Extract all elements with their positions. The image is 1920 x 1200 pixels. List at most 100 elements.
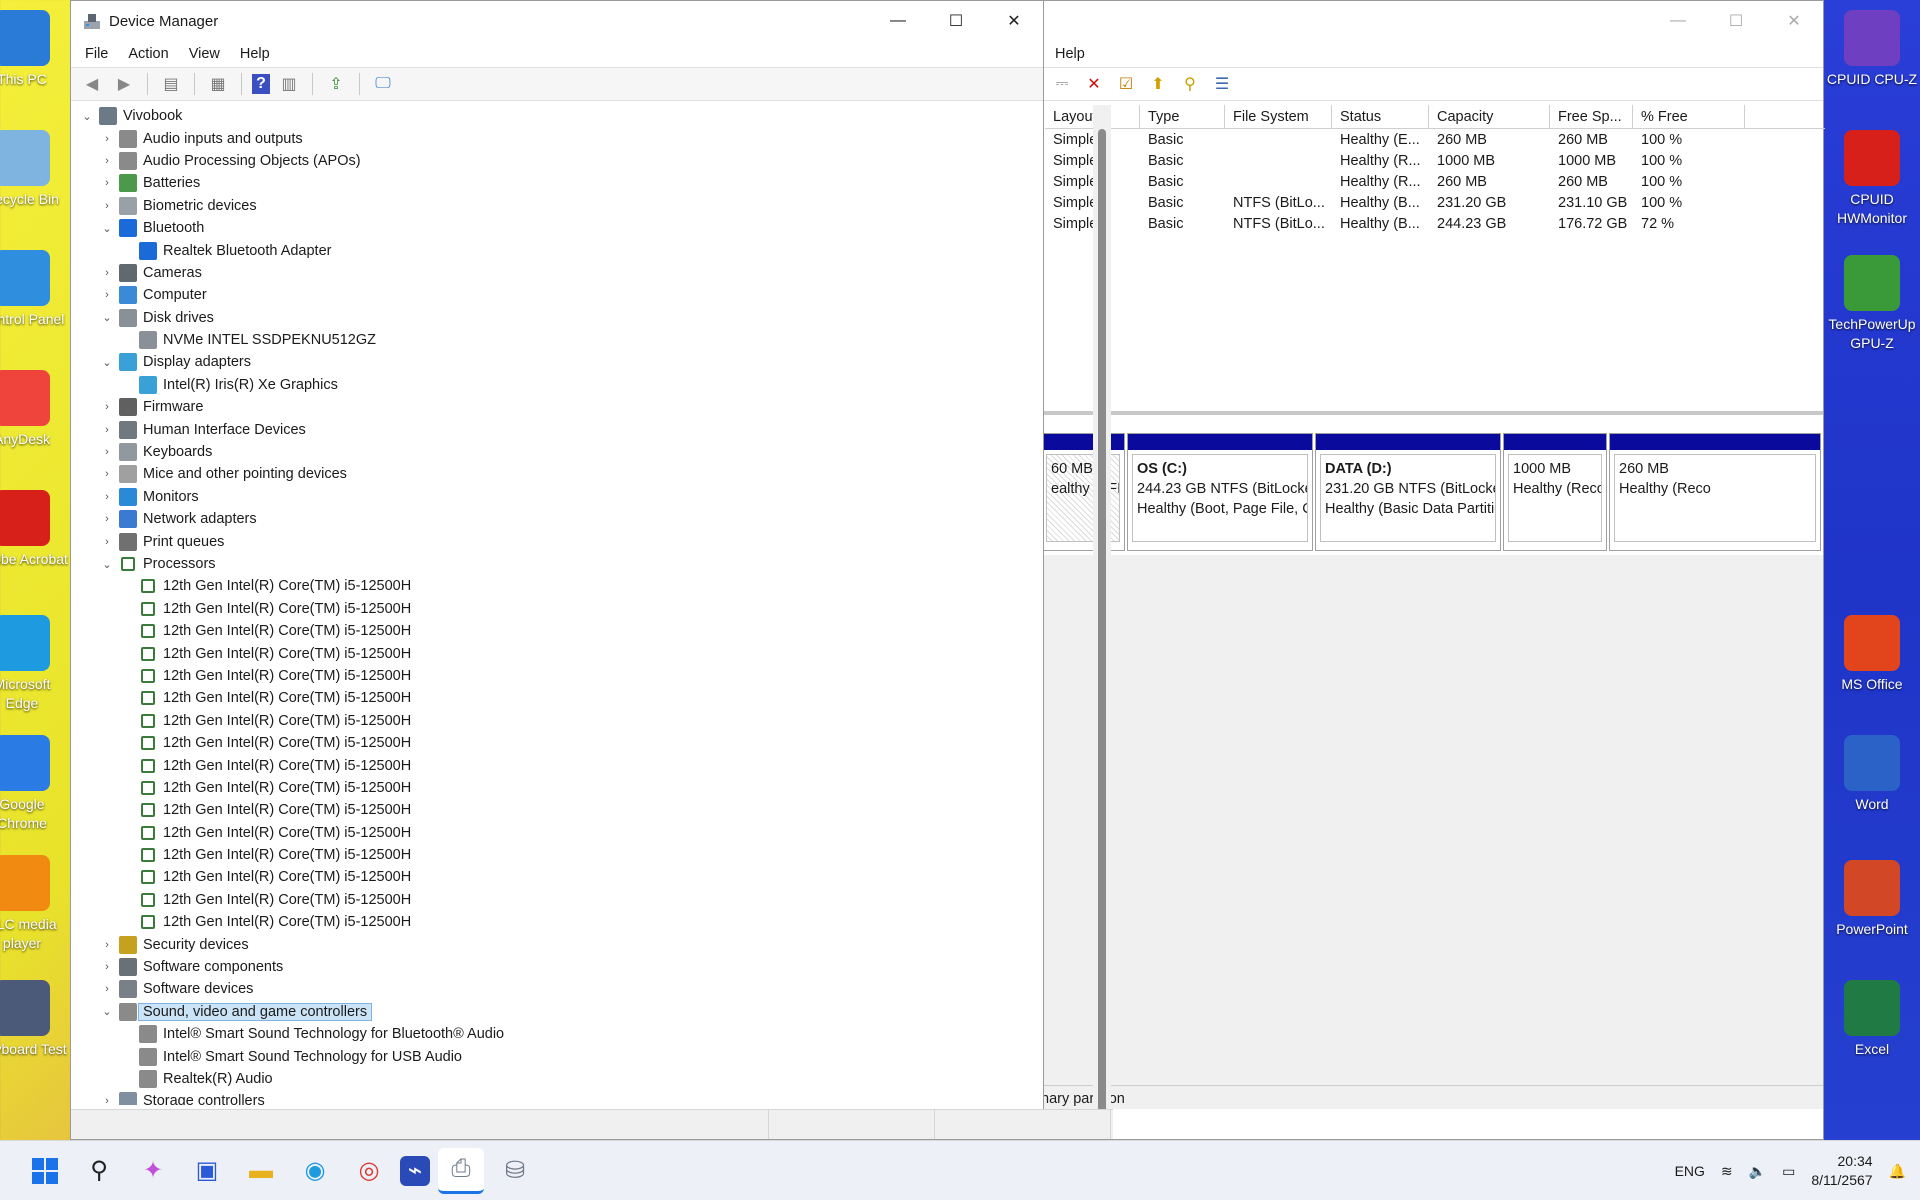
tree-root[interactable]: ⌄ Vivobook bbox=[79, 105, 1023, 127]
scrollbar-thumb[interactable] bbox=[1098, 129, 1106, 1113]
volume-icon[interactable]: 🔈 bbox=[1749, 1163, 1766, 1180]
store-icon[interactable]: ▣ bbox=[184, 1148, 230, 1194]
desktop-icon-powerpoint[interactable]: PowerPoint bbox=[1826, 860, 1918, 939]
back-arrow-icon[interactable]: ◀ bbox=[79, 71, 105, 97]
expand-chevron-icon[interactable]: › bbox=[99, 491, 115, 503]
search-icon[interactable]: ⚲ bbox=[1177, 71, 1203, 97]
expand-chevron-icon[interactable]: › bbox=[99, 424, 115, 436]
expand-chevron-icon[interactable]: › bbox=[99, 177, 115, 189]
close-button[interactable]: ✕ bbox=[1765, 1, 1823, 41]
device-manager-taskbar-icon[interactable]: ⎙ bbox=[438, 1147, 484, 1194]
tree-item[interactable]: › Computer bbox=[79, 284, 1023, 306]
tree-item[interactable]: ⌄ Sound, video and game controllers bbox=[79, 1001, 1023, 1023]
table-row[interactable]: Simple Basic NTFS (BitLo... Healthy (B... 23… bbox=[1045, 193, 1825, 214]
edge-icon[interactable]: ◉ bbox=[292, 1148, 338, 1194]
tree-item[interactable]: ⌄ Bluetooth bbox=[79, 217, 1023, 239]
tree-item[interactable]: 12th Gen Intel(R) Core(TM) i5-12500H bbox=[79, 665, 1023, 687]
tree-item[interactable]: 12th Gen Intel(R) Core(TM) i5-12500H bbox=[79, 844, 1023, 866]
desktop-icon-recycle-bin[interactable]: Recycle Bin bbox=[0, 130, 68, 209]
maximize-button[interactable]: ☐ bbox=[927, 1, 985, 41]
tree-item[interactable]: › Keyboards bbox=[79, 441, 1023, 463]
tree-item[interactable]: › Human Interface Devices bbox=[79, 418, 1023, 440]
column-header[interactable]: File System bbox=[1225, 105, 1332, 128]
import-icon[interactable]: ⬆ bbox=[1145, 71, 1171, 97]
expand-chevron-icon[interactable]: › bbox=[99, 939, 115, 951]
show-hide-console-tree-icon[interactable]: ▤ bbox=[158, 71, 184, 97]
tree-item[interactable]: 12th Gen Intel(R) Core(TM) i5-12500H bbox=[79, 777, 1023, 799]
check-icon[interactable]: ☑ bbox=[1113, 71, 1139, 97]
partition-block[interactable]: 260 MB Healthy (Reco bbox=[1609, 433, 1821, 551]
tree-item[interactable]: › Audio inputs and outputs bbox=[79, 127, 1023, 149]
help-icon[interactable]: ? bbox=[252, 74, 270, 94]
tree-item[interactable]: Realtek Bluetooth Adapter bbox=[79, 239, 1023, 261]
start-icon[interactable] bbox=[22, 1148, 68, 1194]
vscode-like-icon[interactable]: ⌁ bbox=[400, 1155, 430, 1186]
tree-item[interactable]: Realtek(R) Audio bbox=[79, 1068, 1023, 1090]
desktop-icon-keyboard[interactable]: Keyboard Test bbox=[0, 980, 68, 1059]
tree-item[interactable]: ⌄ Processors bbox=[79, 553, 1023, 575]
menu-view[interactable]: View bbox=[179, 44, 230, 64]
desktop-icon-hwmonitor[interactable]: CPUID HWMonitor bbox=[1826, 130, 1918, 228]
chrome-icon[interactable]: ◎ bbox=[346, 1148, 392, 1194]
desktop-icon-control-panel[interactable]: Control Panel bbox=[0, 250, 68, 329]
menu-action[interactable]: Action bbox=[118, 44, 178, 64]
column-header[interactable]: Free Sp... bbox=[1550, 105, 1633, 128]
table-row[interactable]: Simple Basic Healthy (R... 260 MB 260 MB 100 … bbox=[1045, 171, 1825, 192]
column-header[interactable]: Type bbox=[1140, 105, 1225, 128]
close-button[interactable]: ✕ bbox=[985, 1, 1043, 41]
menu-help[interactable]: Help bbox=[230, 44, 280, 64]
column-header[interactable]: % Free bbox=[1633, 105, 1745, 128]
desktop-icon-chrome[interactable]: Google Chrome bbox=[0, 735, 68, 833]
copilot-icon[interactable]: ✦ bbox=[130, 1148, 176, 1194]
properties-icon[interactable]: ▦ bbox=[205, 71, 231, 97]
vertical-scrollbar[interactable] bbox=[1093, 105, 1111, 1113]
tree-item[interactable]: 12th Gen Intel(R) Core(TM) i5-12500H bbox=[79, 866, 1023, 888]
tree-item[interactable]: › Biometric devices bbox=[79, 195, 1023, 217]
tree-item[interactable]: › Network adapters bbox=[79, 508, 1023, 530]
expand-chevron-icon[interactable]: › bbox=[99, 267, 115, 279]
desktop-icon-edge[interactable]: Microsoft Edge bbox=[0, 615, 68, 713]
desktop-icon-anydesk[interactable]: AnyDesk bbox=[0, 370, 68, 449]
partition-block[interactable]: DATA (D:) 231.20 GB NTFS (BitLocker Encr H… bbox=[1315, 433, 1501, 551]
tree-item[interactable]: Intel(R) Iris(R) Xe Graphics bbox=[79, 374, 1023, 396]
expand-chevron-icon[interactable]: › bbox=[99, 513, 115, 525]
menu-help[interactable]: Help bbox=[1045, 44, 1095, 64]
tree-item[interactable]: 12th Gen Intel(R) Core(TM) i5-12500H bbox=[79, 889, 1023, 911]
tree-item[interactable]: › Monitors bbox=[79, 486, 1023, 508]
tree-item[interactable]: 12th Gen Intel(R) Core(TM) i5-12500H bbox=[79, 642, 1023, 664]
expand-chevron-icon[interactable]: › bbox=[99, 446, 115, 458]
desktop-icon-gpuz[interactable]: TechPowerUp GPU-Z bbox=[1826, 255, 1918, 353]
tree-item[interactable]: Intel® Smart Sound Technology for Blueto… bbox=[79, 1023, 1023, 1045]
search-icon[interactable]: ⚲ bbox=[76, 1148, 122, 1194]
column-header[interactable]: Capacity bbox=[1429, 105, 1550, 128]
minimize-button[interactable]: — bbox=[1649, 1, 1707, 41]
table-row[interactable]: Simple Basic Healthy (E... 260 MB 260 MB 100 … bbox=[1045, 129, 1825, 150]
tree-item[interactable]: › Storage controllers bbox=[79, 1090, 1023, 1105]
collapse-chevron-icon[interactable]: ⌄ bbox=[99, 356, 115, 369]
tree-item[interactable]: › Security devices bbox=[79, 933, 1023, 955]
wifi-icon[interactable]: ≋ bbox=[1721, 1163, 1733, 1180]
menu-file[interactable]: File bbox=[75, 44, 118, 64]
tree-item[interactable]: Intel® Smart Sound Technology for USB Au… bbox=[79, 1045, 1023, 1067]
collapse-chevron-icon[interactable]: ⌄ bbox=[99, 1005, 115, 1018]
expand-chevron-icon[interactable]: › bbox=[99, 200, 115, 212]
desktop-icon-acrobat[interactable]: Adobe Acrobat bbox=[0, 490, 68, 569]
tree-item[interactable]: › Software components bbox=[79, 956, 1023, 978]
collapse-chevron-icon[interactable]: ⌄ bbox=[99, 558, 115, 571]
tree-item[interactable]: 12th Gen Intel(R) Core(TM) i5-12500H bbox=[79, 620, 1023, 642]
desktop-icon-word[interactable]: Word bbox=[1826, 735, 1918, 814]
expand-chevron-icon[interactable]: › bbox=[99, 401, 115, 413]
expand-chevron-icon[interactable]: › bbox=[99, 155, 115, 167]
tree-item[interactable]: › Software devices bbox=[79, 978, 1023, 1000]
delete-icon[interactable]: ✕ bbox=[1081, 71, 1107, 97]
desktop-icon-cpuz[interactable]: CPUID CPU-Z bbox=[1826, 10, 1918, 89]
tree-item[interactable]: › Audio Processing Objects (APOs) bbox=[79, 150, 1023, 172]
language-indicator[interactable]: ENG bbox=[1675, 1163, 1705, 1179]
tree-item[interactable]: 12th Gen Intel(R) Core(TM) i5-12500H bbox=[79, 687, 1023, 709]
desktop-icon-vlc[interactable]: VLC media player bbox=[0, 855, 68, 953]
update-driver-icon[interactable]: ⇪ bbox=[323, 71, 349, 97]
forward-arrow-icon[interactable]: ▶ bbox=[111, 71, 137, 97]
expand-chevron-icon[interactable]: › bbox=[99, 961, 115, 973]
scan-hardware-icon[interactable]: 🖵 bbox=[370, 71, 396, 97]
expand-chevron-icon[interactable]: › bbox=[99, 468, 115, 480]
